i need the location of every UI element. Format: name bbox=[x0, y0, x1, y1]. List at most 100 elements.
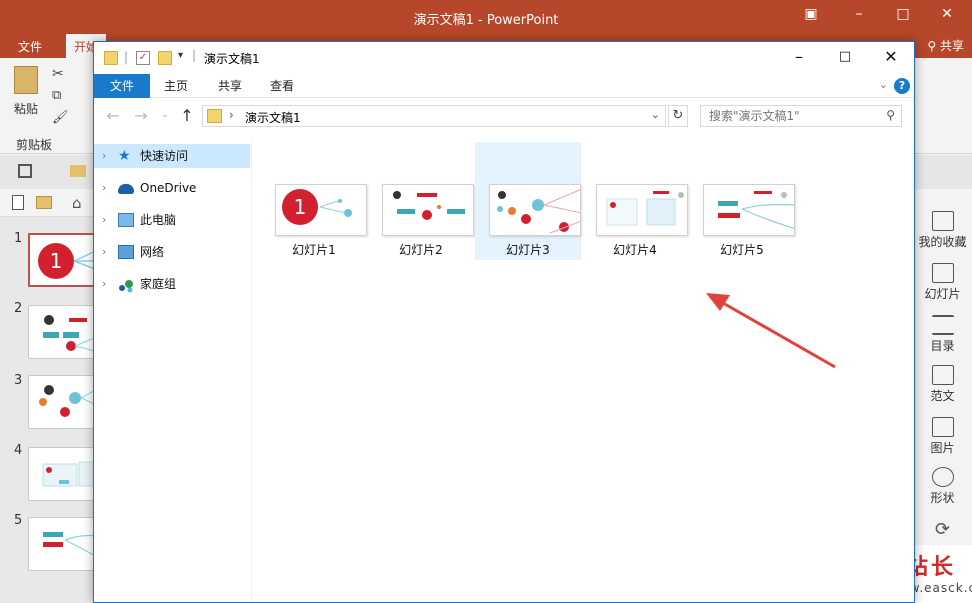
search-icon: ⚲ bbox=[886, 108, 895, 122]
toc-button[interactable]: 目录 bbox=[913, 315, 972, 354]
slide-thumbnail-4[interactable] bbox=[28, 447, 98, 501]
search-input[interactable] bbox=[701, 106, 881, 126]
address-dropdown-icon[interactable]: ⌄ bbox=[651, 108, 660, 121]
close-button[interactable]: ✕ bbox=[868, 42, 914, 72]
slide-thumbnail-3[interactable] bbox=[28, 375, 98, 429]
slide-4-art bbox=[42, 461, 97, 487]
maximize-button[interactable]: □ bbox=[892, 6, 914, 26]
recent-locations-icon[interactable]: ⌄ bbox=[156, 109, 174, 129]
breadcrumb-chevron-icon: › bbox=[229, 108, 234, 122]
help-icon[interactable]: ? bbox=[894, 78, 910, 94]
tab-home[interactable]: 主页 bbox=[164, 74, 188, 98]
file-label: 幻灯片1 bbox=[292, 243, 336, 257]
templates-button[interactable]: 范文 bbox=[913, 365, 972, 404]
file-item[interactable]: 幻灯片3 bbox=[475, 142, 581, 260]
clipboard-group-label: 剪贴板 bbox=[16, 138, 53, 152]
chevron-right-icon[interactable]: › bbox=[102, 144, 106, 168]
format-painter-icon[interactable]: 🖌 bbox=[52, 110, 69, 125]
customize-qat-icon[interactable]: ▾ bbox=[178, 50, 183, 61]
home-icon[interactable]: ⌂ bbox=[72, 194, 82, 212]
file-item[interactable]: 幻灯片4 bbox=[582, 142, 688, 260]
paste-icon[interactable] bbox=[14, 66, 38, 94]
slide-thumbnail-5[interactable] bbox=[28, 517, 98, 571]
homegroup-icon bbox=[118, 277, 134, 293]
address-bar[interactable]: › 演示文稿1 ⌄ bbox=[202, 105, 666, 127]
chevron-right-icon[interactable]: › bbox=[102, 240, 106, 264]
nav-item-quick-access[interactable]: › ★ 快速访问 bbox=[94, 144, 250, 168]
pictures-label: 图片 bbox=[930, 441, 955, 455]
chevron-right-icon[interactable]: › bbox=[102, 272, 106, 296]
cut-icon[interactable]: ✂ bbox=[52, 66, 64, 82]
tab-file[interactable]: 文件 bbox=[18, 38, 42, 55]
slide-number: 3 bbox=[14, 373, 23, 388]
template-icon bbox=[931, 365, 954, 385]
minimize-button[interactable]: – bbox=[848, 6, 870, 26]
ppt-right-panel: 我的收藏 幻灯片 目录 范文 图片 形状 ⟳ bbox=[913, 189, 972, 603]
properties-icon[interactable]: ✓ bbox=[136, 51, 150, 65]
minimize-button[interactable]: – bbox=[776, 42, 822, 72]
breadcrumb[interactable]: 演示文稿1 bbox=[245, 109, 301, 126]
maximize-button[interactable]: □ bbox=[822, 42, 868, 72]
nav-item-homegroup[interactable]: › 家庭组 bbox=[94, 272, 250, 296]
heart-icon bbox=[931, 211, 954, 231]
open-folder-icon[interactable] bbox=[70, 165, 86, 177]
nav-item-this-pc[interactable]: › 此电脑 bbox=[94, 208, 250, 232]
close-button[interactable]: ✕ bbox=[936, 6, 958, 26]
paste-label[interactable]: 粘贴 bbox=[14, 100, 38, 117]
file-item[interactable]: 幻灯片2 bbox=[368, 142, 474, 260]
slide-5-art bbox=[43, 532, 97, 558]
expand-ribbon-icon[interactable]: ⌄ bbox=[879, 78, 888, 91]
svg-text:1: 1 bbox=[294, 195, 307, 219]
folder-icon bbox=[207, 109, 222, 123]
save-icon[interactable] bbox=[18, 164, 32, 178]
forward-button[interactable]: → bbox=[132, 106, 150, 126]
nav-item-label: 此电脑 bbox=[140, 213, 177, 227]
pictures-button[interactable]: 图片 bbox=[913, 417, 972, 456]
chevron-right-icon[interactable]: › bbox=[102, 176, 106, 200]
slides-button[interactable]: 幻灯片 bbox=[913, 263, 972, 302]
chevron-right-icon[interactable]: › bbox=[102, 208, 106, 232]
picture-icon bbox=[931, 417, 954, 437]
nav-item-label: 快速访问 bbox=[140, 149, 189, 163]
explorer-ribbon-tabs: 文件 主页 共享 查看 ⌄ ? bbox=[94, 74, 914, 98]
file-label: 幻灯片2 bbox=[399, 243, 443, 257]
favorites-label: 我的收藏 bbox=[918, 235, 967, 249]
slide-2-art bbox=[43, 315, 97, 353]
slide-number: 1 bbox=[14, 231, 23, 246]
file-thumbnail bbox=[703, 184, 795, 236]
file-thumbnail: 1 bbox=[275, 184, 367, 236]
ribbon-display-icon[interactable]: ▣ bbox=[800, 6, 822, 26]
tab-view[interactable]: 查看 bbox=[270, 74, 294, 98]
tab-share[interactable]: 共享 bbox=[218, 74, 242, 98]
cloud-icon bbox=[118, 184, 134, 194]
share-label: 共享 bbox=[939, 39, 964, 53]
slide-thumbnail-pane: 1 1 2 3 4 5 bbox=[0, 217, 98, 603]
explorer-window-title: 演示文稿1 bbox=[204, 52, 260, 66]
tab-file[interactable]: 文件 bbox=[94, 74, 150, 98]
slide-3-art bbox=[39, 385, 97, 417]
file-item[interactable]: 1 幻灯片1 bbox=[261, 142, 367, 260]
nav-item-onedrive[interactable]: › OneDrive bbox=[94, 176, 250, 200]
folder-icon[interactable] bbox=[36, 196, 52, 209]
favorites-button[interactable]: 我的收藏 bbox=[913, 211, 972, 250]
new-folder-icon[interactable] bbox=[158, 51, 172, 65]
new-doc-icon[interactable] bbox=[12, 195, 24, 210]
slide-4-art bbox=[606, 191, 684, 226]
back-button[interactable]: ← bbox=[104, 106, 122, 126]
slide-thumbnail-1[interactable]: 1 bbox=[28, 233, 98, 287]
nav-item-label: 家庭组 bbox=[140, 277, 177, 291]
slide-number: 4 bbox=[14, 443, 23, 458]
shapes-label: 形状 bbox=[930, 491, 955, 505]
up-button[interactable]: ↑ bbox=[178, 106, 196, 126]
nav-item-network[interactable]: › 网络 bbox=[94, 240, 250, 264]
slide-thumbnail-2[interactable] bbox=[28, 305, 98, 359]
refresh-button[interactable]: ↻ bbox=[668, 105, 688, 127]
file-label: 幻灯片3 bbox=[506, 243, 550, 257]
file-item[interactable]: 幻灯片5 bbox=[689, 142, 795, 260]
share-button[interactable]: ⚲ 共享 bbox=[927, 37, 964, 54]
shapes-button[interactable]: 形状 bbox=[913, 467, 972, 506]
refresh-icon[interactable]: ⟳ bbox=[913, 519, 972, 540]
star-pin-icon: ★ bbox=[118, 148, 131, 164]
copy-icon[interactable]: ⧉ bbox=[52, 88, 61, 103]
search-box[interactable]: ⚲ bbox=[700, 105, 902, 127]
